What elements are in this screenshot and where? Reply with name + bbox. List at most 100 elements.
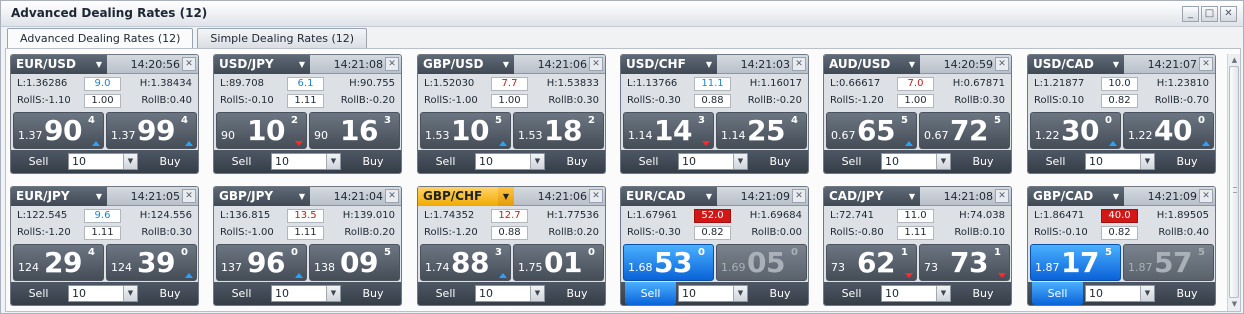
pair-dropdown-icon[interactable]: ▼ [91, 55, 107, 74]
buy-button[interactable]: Buy [345, 282, 401, 305]
maximize-icon[interactable]: □ [1201, 6, 1218, 22]
amount-select[interactable]: 10 ▼ [678, 153, 748, 170]
pair-dropdown-icon[interactable]: ▼ [498, 55, 514, 74]
amount-select[interactable]: 10 ▼ [475, 285, 545, 302]
sell-quote-button[interactable]: 1.14 14 3 [623, 112, 714, 149]
pair-dropdown-icon[interactable]: ▼ [1108, 187, 1124, 206]
pair-dropdown-icon[interactable]: ▼ [904, 187, 920, 206]
pair-dropdown-icon[interactable]: ▼ [701, 55, 717, 74]
buy-quote-button[interactable]: 124 39 0 [106, 244, 197, 281]
amount-select[interactable]: 10 ▼ [68, 285, 138, 302]
currency-pair[interactable]: EUR/CAD [621, 187, 701, 206]
sell-quote-button[interactable]: 124 29 4 [13, 244, 104, 281]
sell-quote-button[interactable]: 1.74 88 3 [420, 244, 511, 281]
chevron-down-icon[interactable]: ▼ [123, 286, 137, 301]
currency-pair[interactable]: EUR/JPY [11, 187, 91, 206]
buy-button[interactable]: Buy [142, 150, 198, 173]
buy-quote-button[interactable]: 1.53 18 2 [513, 112, 604, 149]
amount-select[interactable]: 10 ▼ [271, 153, 341, 170]
buy-button[interactable]: Buy [345, 150, 401, 173]
buy-button[interactable]: Buy [955, 150, 1011, 173]
sell-button[interactable]: Sell [824, 282, 879, 305]
vertical-scrollbar[interactable]: ▲ ▼ [1227, 54, 1240, 311]
amount-select[interactable]: 10 ▼ [881, 153, 951, 170]
sell-button[interactable]: Sell [11, 282, 66, 305]
sell-quote-button[interactable]: 1.37 90 4 [13, 112, 104, 149]
amount-select[interactable]: 10 ▼ [678, 285, 748, 302]
sell-button[interactable]: Sell [625, 282, 676, 305]
sell-quote-button[interactable]: 73 62 1 [826, 244, 917, 281]
buy-quote-button[interactable]: 1.14 25 4 [716, 112, 807, 149]
sell-quote-button[interactable]: 1.68 53 0 [623, 244, 714, 281]
buy-button[interactable]: Buy [1159, 282, 1215, 305]
buy-quote-button[interactable]: 90 16 3 [309, 112, 400, 149]
pair-dropdown-icon[interactable]: ▼ [294, 55, 310, 74]
close-tile-icon[interactable]: ✕ [995, 57, 1009, 71]
close-tile-icon[interactable]: ✕ [1199, 57, 1213, 71]
window-titlebar[interactable]: Advanced Dealing Rates (12) _ □ ✕ [1, 1, 1243, 27]
minimize-icon[interactable]: _ [1182, 6, 1199, 22]
sell-button[interactable]: Sell [1032, 282, 1083, 305]
sell-button[interactable]: Sell [214, 282, 269, 305]
close-tile-icon[interactable]: ✕ [1199, 189, 1213, 203]
close-tile-icon[interactable]: ✕ [385, 189, 399, 203]
tab-advanced-dealing-rates[interactable]: Advanced Dealing Rates (12) [7, 28, 194, 50]
amount-select[interactable]: 10 ▼ [475, 153, 545, 170]
close-tile-icon[interactable]: ✕ [182, 189, 196, 203]
buy-button[interactable]: Buy [752, 150, 808, 173]
scroll-up-icon[interactable]: ▲ [1230, 56, 1239, 65]
currency-pair[interactable]: USD/CAD [1028, 55, 1108, 74]
pair-dropdown-icon[interactable]: ▼ [904, 55, 920, 74]
close-tile-icon[interactable]: ✕ [182, 57, 196, 71]
buy-quote-button[interactable]: 1.75 01 0 [513, 244, 604, 281]
close-tile-icon[interactable]: ✕ [589, 57, 603, 71]
chevron-down-icon[interactable]: ▼ [733, 154, 747, 169]
pair-dropdown-icon[interactable]: ▼ [91, 187, 107, 206]
sell-button[interactable]: Sell [1028, 150, 1083, 173]
close-tile-icon[interactable]: ✕ [792, 189, 806, 203]
close-tile-icon[interactable]: ✕ [995, 189, 1009, 203]
sell-quote-button[interactable]: 137 96 0 [216, 244, 307, 281]
currency-pair[interactable]: USD/JPY [214, 55, 294, 74]
currency-pair[interactable]: GBP/CAD [1028, 187, 1108, 206]
pair-dropdown-icon[interactable]: ▼ [498, 187, 514, 206]
chevron-down-icon[interactable]: ▼ [530, 154, 544, 169]
sell-quote-button[interactable]: 1.53 10 5 [420, 112, 511, 149]
currency-pair[interactable]: GBP/USD [418, 55, 498, 74]
buy-quote-button[interactable]: 1.69 05 0 [716, 244, 807, 281]
buy-quote-button[interactable]: 138 09 5 [309, 244, 400, 281]
currency-pair[interactable]: EUR/USD [11, 55, 91, 74]
scroll-down-icon[interactable]: ▼ [1230, 300, 1239, 309]
sell-button[interactable]: Sell [214, 150, 269, 173]
chevron-down-icon[interactable]: ▼ [733, 286, 747, 301]
currency-pair[interactable]: AUD/USD [824, 55, 904, 74]
chevron-down-icon[interactable]: ▼ [1140, 154, 1154, 169]
buy-button[interactable]: Buy [549, 282, 605, 305]
currency-pair[interactable]: GBP/CHF [418, 187, 498, 206]
chevron-down-icon[interactable]: ▼ [326, 154, 340, 169]
pair-dropdown-icon[interactable]: ▼ [701, 187, 717, 206]
sell-quote-button[interactable]: 1.22 30 0 [1030, 112, 1121, 149]
amount-select[interactable]: 10 ▼ [1085, 285, 1155, 302]
sell-button[interactable]: Sell [824, 150, 879, 173]
pair-dropdown-icon[interactable]: ▼ [294, 187, 310, 206]
chevron-down-icon[interactable]: ▼ [123, 154, 137, 169]
chevron-down-icon[interactable]: ▼ [936, 154, 950, 169]
buy-quote-button[interactable]: 1.37 99 4 [106, 112, 197, 149]
close-tile-icon[interactable]: ✕ [792, 57, 806, 71]
sell-button[interactable]: Sell [418, 150, 473, 173]
pair-dropdown-icon[interactable]: ▼ [1108, 55, 1124, 74]
sell-quote-button[interactable]: 0.67 65 5 [826, 112, 917, 149]
buy-quote-button[interactable]: 1.87 57 5 [1123, 244, 1214, 281]
close-tile-icon[interactable]: ✕ [385, 57, 399, 71]
close-tile-icon[interactable]: ✕ [589, 189, 603, 203]
amount-select[interactable]: 10 ▼ [881, 285, 951, 302]
buy-button[interactable]: Buy [142, 282, 198, 305]
scroll-thumb[interactable] [1229, 66, 1239, 298]
currency-pair[interactable]: GBP/JPY [214, 187, 294, 206]
tab-simple-dealing-rates[interactable]: Simple Dealing Rates (12) [197, 28, 368, 49]
buy-quote-button[interactable]: 73 73 1 [919, 244, 1010, 281]
amount-select[interactable]: 10 ▼ [1085, 153, 1155, 170]
sell-quote-button[interactable]: 90 10 2 [216, 112, 307, 149]
chevron-down-icon[interactable]: ▼ [936, 286, 950, 301]
